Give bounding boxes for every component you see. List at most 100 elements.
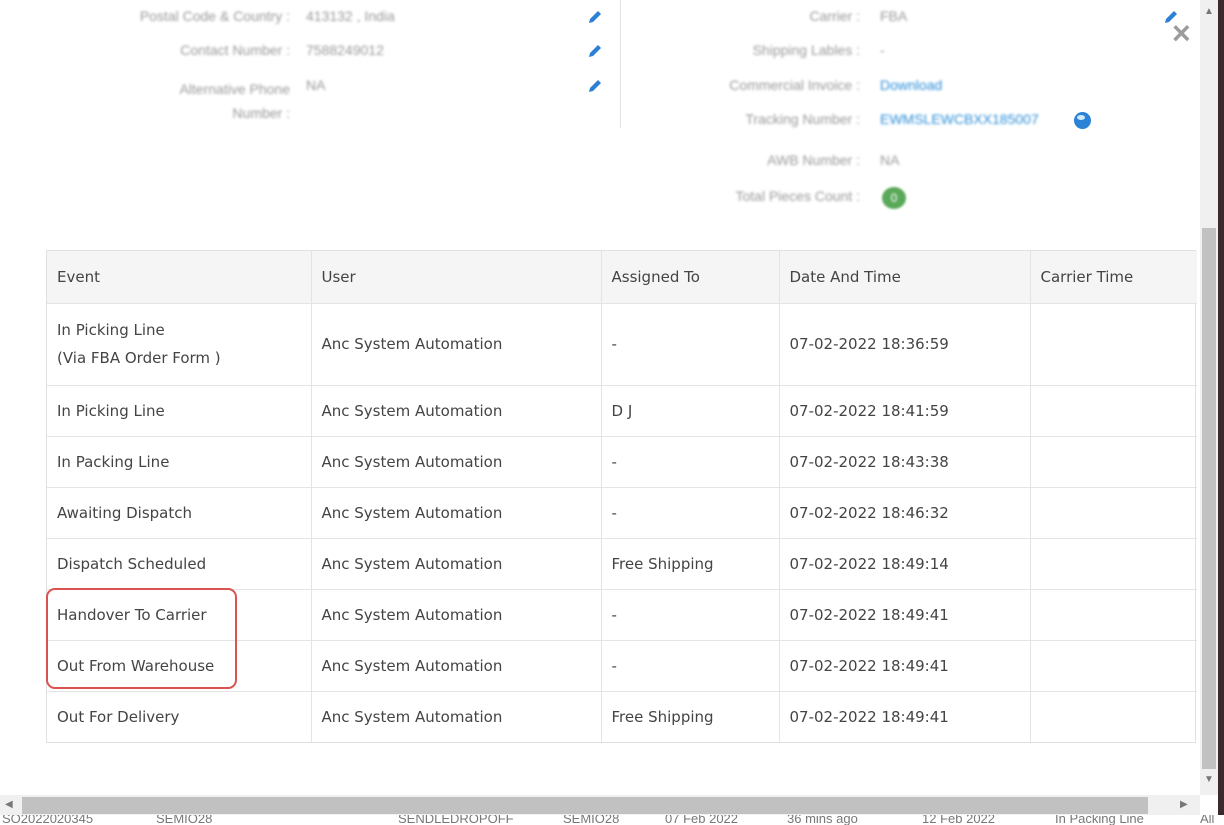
contact-row: Contact Number : 7588249012	[80, 42, 620, 58]
bg-cell: All	[1200, 815, 1215, 825]
carrier-time-cell	[1030, 303, 1197, 386]
carrier-time-cell	[1030, 589, 1197, 641]
column-header-user: User	[311, 251, 602, 304]
table-row: Out For Delivery Anc System Automation F…	[47, 691, 1197, 742]
contact-label: Contact Number :	[180, 42, 290, 58]
bg-order-id: SO2022020345	[2, 815, 94, 825]
pieces-label: Total Pieces Count :	[735, 188, 860, 204]
postal-label: Postal Code & Country :	[139, 8, 290, 24]
scroll-up-arrow[interactable]: ▲	[1204, 6, 1214, 17]
assigned-cell: -	[601, 589, 780, 641]
scroll-left-arrow[interactable]: ◀	[5, 799, 13, 810]
event-cell: In Picking Line (Via FBA Order Form )	[47, 303, 312, 386]
column-header-date-time: Date And Time	[779, 251, 1031, 304]
datetime-cell: 07-02-2022 18:49:41	[779, 640, 1031, 692]
alt-phone-row: Alternative Phone Number : NA	[80, 77, 620, 125]
horizontal-scrollbar-thumb[interactable]	[22, 797, 1148, 814]
alt-phone-label-line2: Number :	[232, 105, 290, 121]
bg-cell: 36 mins ago	[787, 815, 858, 825]
carrier-value: FBA	[880, 8, 908, 24]
globe-icon[interactable]	[1074, 112, 1091, 129]
table-row: Handover To Carrier Anc System Automatio…	[47, 589, 1197, 641]
details-column-divider	[620, 0, 621, 128]
alt-phone-label: Alternative Phone Number :	[80, 77, 290, 125]
scroll-down-arrow[interactable]: ▼	[1204, 774, 1214, 785]
assigned-cell: -	[601, 487, 780, 539]
invoice-label: Commercial Invoice :	[729, 77, 860, 93]
carrier-time-cell	[1030, 385, 1197, 437]
tracking-events-table: Event User Assigned To Date And Time Car…	[46, 250, 1197, 743]
datetime-cell: 07-02-2022 18:43:38	[779, 436, 1031, 488]
bg-cell: 12 Feb 2022	[922, 815, 996, 825]
assigned-cell: D J	[601, 385, 780, 437]
shipping-labels-value: -	[880, 42, 885, 58]
pencil-icon[interactable]	[587, 78, 603, 94]
carrier-time-cell	[1030, 436, 1197, 488]
datetime-cell: 07-02-2022 18:49:14	[779, 538, 1031, 590]
event-cell: In Picking Line	[47, 385, 312, 437]
user-cell: Anc System Automation	[311, 538, 602, 590]
datetime-cell: 07-02-2022 18:49:41	[779, 589, 1031, 641]
pencil-icon[interactable]	[587, 43, 603, 59]
carrier-time-cell	[1030, 691, 1197, 742]
close-icon[interactable]: ×	[1172, 17, 1191, 49]
table-row: Awaiting Dispatch Anc System Automation …	[47, 487, 1197, 539]
column-header-event: Event	[47, 251, 312, 304]
assigned-cell: Free Shipping	[601, 691, 780, 742]
contact-value: 7588249012	[306, 42, 384, 58]
event-subtext: (Via FBA Order Form )	[57, 349, 221, 367]
postal-value: 413132 , India	[306, 8, 395, 24]
bg-cell: SEMIO28	[156, 815, 213, 825]
assigned-cell: -	[601, 640, 780, 692]
order-details-section: Postal Code & Country : 413132 , India C…	[0, 0, 1200, 230]
bg-cell: SENDLEDROPOFF	[398, 815, 514, 825]
tracking-number-link[interactable]: EWMSLEWCBXX185007	[880, 111, 1039, 127]
user-cell: Anc System Automation	[311, 303, 602, 386]
tracking-label: Tracking Number :	[745, 111, 860, 127]
user-cell: Anc System Automation	[311, 589, 602, 641]
pieces-count-badge: 0	[882, 187, 906, 209]
assigned-cell: Free Shipping	[601, 538, 780, 590]
invoice-row: Commercial Invoice : Download	[660, 77, 1160, 93]
carrier-time-cell	[1030, 640, 1197, 692]
table-row: In Picking Line Anc System Automation D …	[47, 385, 1197, 437]
user-cell: Anc System Automation	[311, 385, 602, 437]
background-page-edge	[1218, 0, 1224, 825]
event-cell: In Packing Line	[47, 436, 312, 488]
event-cell: Awaiting Dispatch	[47, 487, 312, 539]
alt-phone-label-line1: Alternative Phone	[179, 81, 290, 97]
pieces-count-value: 0	[890, 191, 898, 205]
table-row: Dispatch Scheduled Anc System Automation…	[47, 538, 1197, 590]
awb-row: AWB Number : NA	[660, 152, 1160, 168]
datetime-cell: 07-02-2022 18:49:41	[779, 691, 1031, 742]
column-header-carrier-time: Carrier Time	[1030, 251, 1197, 304]
table-row: In Packing Line Anc System Automation - …	[47, 436, 1197, 488]
scroll-right-arrow[interactable]: ▶	[1180, 799, 1188, 810]
shipping-labels-row: Shipping Lables : -	[660, 42, 1160, 58]
awb-value: NA	[880, 152, 900, 168]
datetime-cell: 07-02-2022 18:36:59	[779, 303, 1031, 386]
vertical-scrollbar-thumb[interactable]	[1202, 228, 1216, 769]
order-details-modal: Postal Code & Country : 413132 , India C…	[0, 0, 1200, 795]
bg-cell: 07 Feb 2022	[665, 815, 739, 825]
datetime-cell: 07-02-2022 18:46:32	[779, 487, 1031, 539]
carrier-row: Carrier : FBA	[660, 8, 1160, 24]
awb-label: AWB Number :	[767, 152, 860, 168]
table-row: In Picking Line (Via FBA Order Form ) An…	[47, 303, 1197, 386]
pencil-icon[interactable]	[587, 9, 603, 25]
column-header-assigned-to: Assigned To	[601, 251, 780, 304]
datetime-cell: 07-02-2022 18:41:59	[779, 385, 1031, 437]
user-cell: Anc System Automation	[311, 436, 602, 488]
event-cell: Out For Delivery	[47, 691, 312, 742]
shipping-labels-label: Shipping Lables :	[752, 42, 860, 58]
event-text: In Picking Line	[57, 321, 165, 339]
postal-row: Postal Code & Country : 413132 , India	[80, 8, 620, 24]
event-cell: Out From Warehouse	[47, 640, 312, 692]
event-cell: Handover To Carrier	[47, 589, 312, 641]
table-header-row: Event User Assigned To Date And Time Car…	[47, 251, 1197, 304]
user-cell: Anc System Automation	[311, 487, 602, 539]
invoice-download-link[interactable]: Download	[880, 77, 942, 93]
carrier-time-cell	[1030, 487, 1197, 539]
assigned-cell: -	[601, 303, 780, 386]
bg-cell: In Packing Line	[1055, 815, 1144, 825]
